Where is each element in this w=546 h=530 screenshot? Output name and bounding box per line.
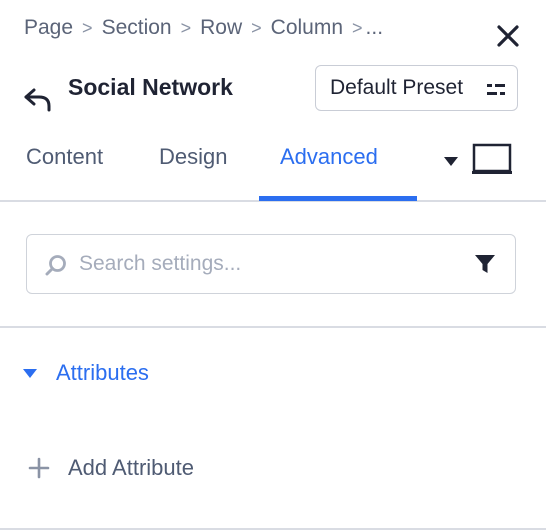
settings-panel: Page > Section > Row > Column > ... Soci…	[0, 0, 546, 530]
breadcrumb-overflow[interactable]: ...	[366, 16, 384, 40]
tab-advanced[interactable]: Advanced	[280, 144, 378, 170]
add-attribute-label: Add Attribute	[68, 455, 194, 480]
section-divider	[0, 326, 546, 328]
caret-down-icon	[22, 367, 38, 379]
breadcrumb-separator: >	[180, 17, 192, 38]
breadcrumb-item-page[interactable]: Page	[24, 16, 73, 40]
desktop-view-icon[interactable]	[472, 143, 512, 175]
attributes-section-toggle[interactable]: Attributes	[22, 358, 149, 388]
tab-content[interactable]: Content	[26, 144, 103, 170]
breadcrumb: Page > Section > Row > Column > ...	[24, 14, 383, 42]
add-attribute-button[interactable]: Add Attribute	[28, 453, 194, 483]
section-divider	[0, 528, 546, 530]
active-tab-indicator	[259, 196, 417, 201]
tab-design[interactable]: Design	[159, 144, 227, 170]
filter-icon[interactable]	[474, 253, 496, 275]
plus-icon	[28, 457, 50, 479]
preset-label: Default Preset	[330, 76, 464, 99]
preset-list-icon	[487, 80, 505, 96]
close-icon[interactable]	[494, 22, 522, 50]
breadcrumb-separator: >	[352, 17, 363, 38]
breadcrumb-item-column[interactable]: Column	[271, 16, 343, 40]
tab-bar: Content Design Advanced	[0, 130, 546, 202]
back-arrow-icon[interactable]	[22, 86, 54, 116]
section-title: Attributes	[56, 360, 149, 385]
breadcrumb-item-row[interactable]: Row	[200, 16, 242, 40]
search-box	[26, 234, 516, 294]
preset-button[interactable]: Default Preset	[315, 65, 518, 111]
caret-down-icon[interactable]	[444, 154, 458, 166]
breadcrumb-separator: >	[251, 17, 262, 38]
breadcrumb-item-section[interactable]: Section	[102, 16, 172, 40]
module-title: Social Network	[68, 74, 233, 100]
search-icon	[45, 254, 67, 276]
search-input[interactable]	[79, 249, 459, 279]
breadcrumb-separator: >	[82, 17, 93, 38]
